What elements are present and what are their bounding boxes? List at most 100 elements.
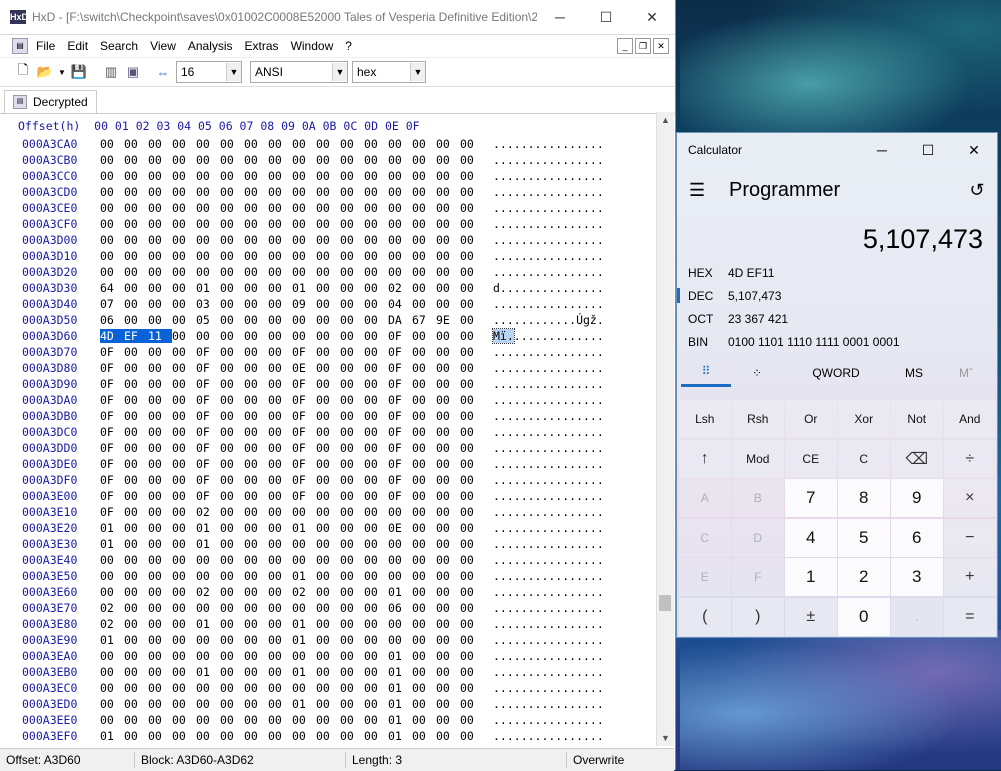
hex-byte[interactable]: 00 xyxy=(436,521,460,535)
hex-byte[interactable]: 00 xyxy=(100,681,124,695)
hex-row[interactable]: 000A3EB0 00 00 00 00 01 00 00 00 01 00 00 00 01 00 00 00… xyxy=(22,665,604,681)
hex-byte[interactable]: 00 xyxy=(412,153,436,167)
hex-byte[interactable]: 00 xyxy=(292,233,316,247)
vertical-scrollbar[interactable]: ▲ ▼ xyxy=(656,112,674,746)
hex-byte[interactable]: 00 xyxy=(100,153,124,167)
hex-byte[interactable]: 00 xyxy=(364,297,388,311)
hex-byte[interactable]: 00 xyxy=(244,393,268,407)
menu-file[interactable]: File xyxy=(30,39,61,53)
hex-byte[interactable]: 00 xyxy=(268,249,292,263)
hex-byte[interactable]: 00 xyxy=(124,361,148,375)
hex-byte[interactable]: 00 xyxy=(436,441,460,455)
hex-byte[interactable]: 00 xyxy=(316,553,340,567)
hex-byte[interactable]: 00 xyxy=(268,521,292,535)
hex-byte[interactable]: 00 xyxy=(460,425,484,439)
calc-close-button[interactable]: ✕ xyxy=(951,142,997,159)
hex-byte[interactable]: 00 xyxy=(388,169,412,183)
hex-byte[interactable]: 00 xyxy=(460,201,484,215)
hex-byte[interactable]: 00 xyxy=(364,681,388,695)
hex-byte[interactable]: 00 xyxy=(124,377,148,391)
hex-byte[interactable]: 00 xyxy=(268,377,292,391)
hex-byte[interactable]: 00 xyxy=(148,585,172,599)
hex-byte[interactable]: 00 xyxy=(124,393,148,407)
ascii-column[interactable]: ................ xyxy=(493,473,604,487)
hex-byte[interactable]: 00 xyxy=(148,281,172,295)
menu-view[interactable]: View xyxy=(144,39,182,53)
hex-byte[interactable]: 64 xyxy=(100,281,124,295)
hex-byte[interactable]: 00 xyxy=(172,233,196,247)
hex-byte[interactable]: 00 xyxy=(340,409,364,423)
hex-byte[interactable]: 0F xyxy=(388,329,412,343)
hex-byte[interactable]: 00 xyxy=(460,681,484,695)
hex-byte[interactable]: 0F xyxy=(292,345,316,359)
hex-byte[interactable]: 00 xyxy=(148,505,172,519)
hex-row[interactable]: 000A3E80 02 00 00 00 01 00 00 00 01 00 00 00 00 00 00 00… xyxy=(22,617,604,633)
hex-byte[interactable]: 00 xyxy=(316,297,340,311)
hex-byte[interactable]: 00 xyxy=(148,249,172,263)
hex-byte[interactable]: 00 xyxy=(460,649,484,663)
hex-byte[interactable]: 00 xyxy=(436,297,460,311)
hex-byte[interactable]: 00 xyxy=(436,537,460,551)
hex-byte[interactable]: 00 xyxy=(316,185,340,199)
hex-byte[interactable]: 0F xyxy=(292,377,316,391)
hex-byte[interactable]: 00 xyxy=(316,633,340,647)
calc-key[interactable]: Or xyxy=(785,400,837,438)
hex-byte[interactable]: 00 xyxy=(364,553,388,567)
hex-byte[interactable]: 00 xyxy=(220,425,244,439)
hex-byte[interactable]: 00 xyxy=(148,489,172,503)
calc-key[interactable]: 3 xyxy=(891,558,943,596)
hex-row[interactable]: 000A3D40 07 00 00 00 03 00 00 00 09 00 00 00 04 00 00 00… xyxy=(22,297,604,313)
hex-byte[interactable]: 00 xyxy=(124,505,148,519)
hex-byte[interactable]: 00 xyxy=(316,441,340,455)
hex-byte[interactable]: 00 xyxy=(196,217,220,231)
hex-byte[interactable]: 00 xyxy=(460,377,484,391)
hex-byte[interactable]: 00 xyxy=(220,297,244,311)
calc-key[interactable]: ÷ xyxy=(944,439,996,478)
hex-byte[interactable]: 00 xyxy=(316,617,340,631)
hex-byte[interactable]: 00 xyxy=(340,441,364,455)
hex-row[interactable]: 000A3D10 00 00 00 00 00 00 00 00 00 00 00 00 00 00 00 00… xyxy=(22,249,604,265)
hex-byte[interactable]: 00 xyxy=(460,169,484,183)
hex-byte[interactable]: 00 xyxy=(340,665,364,679)
hex-byte[interactable]: 00 xyxy=(124,585,148,599)
hex-byte[interactable]: 00 xyxy=(148,345,172,359)
hex-byte[interactable]: 00 xyxy=(100,233,124,247)
hex-byte[interactable]: 00 xyxy=(100,169,124,183)
hex-byte[interactable]: 00 xyxy=(340,521,364,535)
hex-byte[interactable]: 00 xyxy=(364,169,388,183)
hex-byte[interactable]: 00 xyxy=(220,601,244,615)
hex-byte[interactable]: 00 xyxy=(412,345,436,359)
hex-byte[interactable]: 0F xyxy=(292,489,316,503)
hex-byte[interactable]: 00 xyxy=(436,473,460,487)
hex-byte[interactable]: 00 xyxy=(172,713,196,727)
hex-byte[interactable]: 00 xyxy=(148,665,172,679)
hex-byte[interactable]: 00 xyxy=(268,217,292,231)
hex-byte[interactable]: 00 xyxy=(436,217,460,231)
hex-byte[interactable]: 0F xyxy=(388,345,412,359)
hex-byte[interactable]: 01 xyxy=(100,633,124,647)
hex-byte[interactable]: 00 xyxy=(244,249,268,263)
hex-byte[interactable]: 00 xyxy=(316,473,340,487)
hex-byte[interactable]: 00 xyxy=(124,537,148,551)
ascii-column[interactable]: ................ xyxy=(493,441,604,455)
calc-key[interactable]: ) xyxy=(732,597,784,636)
hex-byte[interactable]: 00 xyxy=(148,217,172,231)
hex-byte[interactable]: 0F xyxy=(100,473,124,487)
hex-byte[interactable]: 00 xyxy=(244,457,268,471)
minimize-button[interactable]: ─ xyxy=(537,9,583,25)
hex-byte[interactable]: 00 xyxy=(220,329,244,343)
hex-byte[interactable]: 00 xyxy=(244,665,268,679)
hex-byte[interactable]: 00 xyxy=(268,697,292,711)
hex-byte[interactable]: 00 xyxy=(436,329,460,343)
hex-byte[interactable]: 00 xyxy=(124,729,148,743)
calc-key[interactable]: And xyxy=(944,400,996,438)
radix-dec[interactable]: DEC 5,107,473 xyxy=(677,284,997,307)
hex-byte[interactable]: 01 xyxy=(292,281,316,295)
hex-byte[interactable]: 00 xyxy=(460,729,484,743)
hex-byte[interactable]: 00 xyxy=(148,441,172,455)
memory-recall-button[interactable]: Mˇ xyxy=(939,366,993,380)
hex-byte[interactable]: 00 xyxy=(100,249,124,263)
hex-byte[interactable]: 00 xyxy=(100,713,124,727)
hex-byte[interactable]: 00 xyxy=(172,441,196,455)
hex-byte[interactable]: 00 xyxy=(292,329,316,343)
